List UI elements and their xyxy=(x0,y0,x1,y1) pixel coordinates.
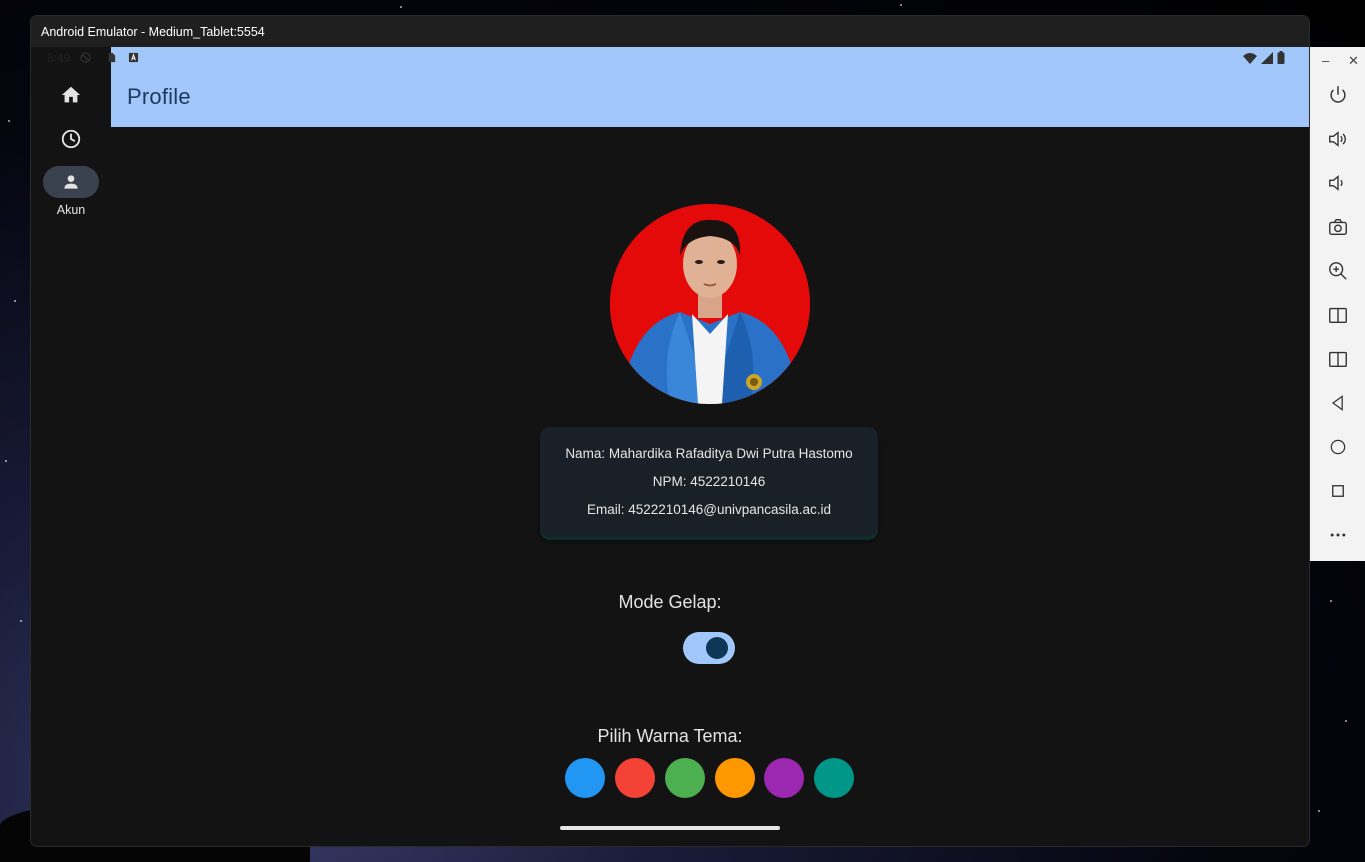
close-button[interactable]: ✕ xyxy=(1348,53,1359,69)
power-icon xyxy=(1330,86,1346,103)
home-button[interactable] xyxy=(1326,435,1350,459)
gesture-navigation-bar[interactable] xyxy=(560,826,780,830)
volume-down-button[interactable] xyxy=(1326,171,1350,195)
nav-item-home[interactable] xyxy=(43,79,99,111)
status-time: 5:49 xyxy=(47,51,71,65)
back-button[interactable] xyxy=(1326,391,1350,415)
theme-swatch-green[interactable] xyxy=(665,758,705,798)
overview-button[interactable] xyxy=(1326,479,1350,503)
rotate-right-icon xyxy=(1329,351,1347,368)
volume-up-button[interactable] xyxy=(1326,127,1350,151)
dark-mode-label: Mode Gelap: xyxy=(618,592,722,612)
status-right-icons xyxy=(1243,51,1285,64)
emulator-window: Android Emulator - Medium_Tablet:5554 Ak… xyxy=(31,16,1309,846)
emulator-side-toolbar: – ✕ xyxy=(1310,47,1365,561)
sim-icon xyxy=(108,52,116,63)
theme-swatch-teal[interactable] xyxy=(814,758,854,798)
window-titlebar[interactable]: Android Emulator - Medium_Tablet:5554 xyxy=(31,16,1309,47)
rotate-left-icon xyxy=(1329,307,1347,324)
profile-email: Email: 4522210146@univpancasila.ac.id xyxy=(586,502,832,517)
theme-swatch-blue[interactable] xyxy=(565,758,605,798)
profile-info-card: Nama: Mahardika Rafaditya Dwi Putra Hast… xyxy=(540,427,878,537)
home-icon xyxy=(61,86,81,103)
volume-up-icon xyxy=(1329,131,1346,147)
theme-color-label: Pilih Warna Tema: xyxy=(597,726,743,746)
rotate-right-button[interactable] xyxy=(1326,347,1350,371)
dnd-icon xyxy=(80,52,91,63)
nav-label-akun: Akun xyxy=(56,203,86,217)
nav-item-akun[interactable] xyxy=(43,166,99,198)
camera-icon xyxy=(1329,218,1347,236)
profile-name: Nama: Mahardika Rafaditya Dwi Putra Hast… xyxy=(565,446,853,461)
power-button[interactable] xyxy=(1326,83,1350,107)
signal-icon xyxy=(1261,51,1273,64)
dark-mode-switch[interactable] xyxy=(683,632,735,664)
device-screen: Akun 5:49 Profile Nama: Mahardika Rafadi… xyxy=(31,47,1309,846)
zoom-icon xyxy=(1329,262,1347,280)
notification-a-icon xyxy=(128,52,139,63)
back-icon xyxy=(1331,395,1343,411)
screenshot-button[interactable] xyxy=(1326,215,1350,239)
status-bar: 5:49 xyxy=(31,47,1309,71)
person-icon xyxy=(64,175,78,189)
more-icon xyxy=(1330,533,1346,537)
wifi-icon xyxy=(1243,52,1257,64)
nav-item-history[interactable] xyxy=(43,123,99,155)
theme-swatch-orange[interactable] xyxy=(715,758,755,798)
home-circle-icon xyxy=(1330,439,1346,455)
window-title: Android Emulator - Medium_Tablet:5554 xyxy=(41,24,265,39)
theme-swatch-red[interactable] xyxy=(615,758,655,798)
page-title: Profile xyxy=(127,84,191,109)
volume-down-icon xyxy=(1329,175,1343,191)
theme-swatch-purple[interactable] xyxy=(764,758,804,798)
profile-npm: NPM: 4522210146 xyxy=(652,474,766,489)
history-icon xyxy=(61,129,81,149)
battery-icon xyxy=(1277,51,1285,64)
more-button[interactable] xyxy=(1326,523,1350,547)
zoom-button[interactable] xyxy=(1326,259,1350,283)
minimize-button[interactable]: – xyxy=(1322,53,1329,68)
overview-icon xyxy=(1332,485,1344,497)
profile-avatar xyxy=(610,204,810,404)
profile-photo xyxy=(610,204,810,404)
switch-knob xyxy=(706,637,728,659)
rotate-left-button[interactable] xyxy=(1326,303,1350,327)
